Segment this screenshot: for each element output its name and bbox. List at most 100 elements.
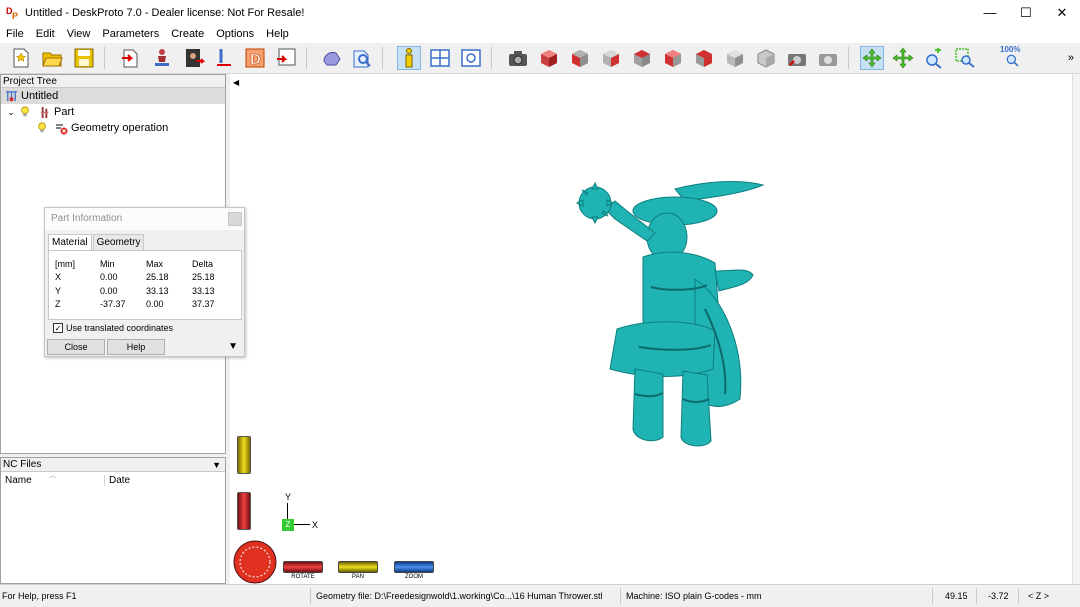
column-header-date[interactable]: Date — [105, 475, 130, 486]
collapse-panel-icon[interactable]: ◀ — [233, 78, 239, 87]
zoom-window-icon[interactable] — [953, 46, 977, 70]
project-icon — [4, 89, 18, 103]
chevron-down-icon[interactable]: ⌄ — [6, 107, 16, 118]
zoom-in-icon[interactable] — [922, 46, 946, 70]
tab-geometry[interactable]: Geometry — [92, 234, 145, 250]
import-geometry-icon[interactable] — [118, 46, 142, 70]
nc-files-header: NC Files ▼ — [1, 458, 225, 472]
expand-down-icon[interactable]: ▼ — [228, 341, 238, 352]
bitmap-icon[interactable] — [182, 46, 206, 70]
save-icon[interactable] — [72, 46, 96, 70]
dimensions-table: [mm] Min Max Delta X 0.00 25.18 25.18 Y 0.00… — [55, 257, 232, 311]
dialog-close-icon[interactable] — [228, 212, 242, 226]
column-header-name[interactable]: ︿ Name — [1, 472, 105, 486]
pan-vertical-dial[interactable] — [237, 436, 251, 474]
toolpath-icon[interactable] — [212, 46, 236, 70]
dropdown-arrow-icon[interactable]: ▼ — [212, 458, 221, 472]
tree-item-part-label: Part — [54, 106, 75, 118]
open-folder-icon[interactable] — [40, 46, 64, 70]
view-iso-icon[interactable] — [537, 46, 561, 70]
split-view-icon[interactable] — [428, 46, 452, 70]
menu-parameters[interactable]: Parameters — [96, 28, 165, 40]
print-icon[interactable] — [816, 46, 840, 70]
view-top-icon[interactable] — [692, 46, 716, 70]
axis-x-label: X — [312, 520, 319, 530]
close-dialog-button[interactable]: Close — [47, 339, 105, 355]
rotate-view-icon[interactable] — [860, 46, 884, 70]
menu-bar: File Edit View Parameters Create Options… — [0, 25, 1080, 43]
title-bar: DP Untitled - DeskProto 7.0 - Dealer lic… — [0, 0, 1080, 25]
view-right-icon[interactable] — [661, 46, 685, 70]
zoom-dial-label: ZOOM — [405, 574, 423, 580]
pan-view-icon[interactable] — [891, 46, 915, 70]
table-row: X 0.00 25.18 25.18 — [55, 272, 215, 283]
status-machine: Machine: ISO plain G-codes - mm — [626, 591, 762, 601]
new-file-icon[interactable] — [9, 46, 33, 70]
window-title: Untitled - DeskProto 7.0 - Dealer licens… — [25, 6, 305, 19]
write-nc-icon[interactable] — [274, 46, 298, 70]
use-translated-checkbox[interactable]: ✓ Use translated coordinates — [53, 323, 173, 333]
sort-indicator-icon: ︿ — [49, 471, 56, 479]
maximize-button[interactable]: ☐ — [1008, 0, 1044, 25]
view-bottom-icon[interactable] — [723, 46, 747, 70]
menu-options[interactable]: Options — [210, 28, 260, 40]
zoom-100-icon[interactable]: 100% — [1000, 45, 1028, 70]
part-icon — [37, 105, 51, 119]
help-button[interactable]: Help — [107, 339, 165, 355]
status-help: For Help, press F1 — [2, 591, 77, 601]
toolbar: D 100% » — [0, 43, 1080, 74]
view-back-icon[interactable] — [599, 46, 623, 70]
part-info-body: [mm] Min Max Delta X 0.00 25.18 25.18 Y 0.00… — [48, 250, 242, 320]
tree-item-operation-label: Geometry operation — [71, 122, 169, 134]
camera-icon[interactable] — [506, 46, 530, 70]
axis-z-label: Z — [282, 519, 294, 531]
axis-y-label: Y — [285, 492, 292, 502]
view-front-icon[interactable] — [568, 46, 592, 70]
preview-icon[interactable] — [350, 46, 374, 70]
view-wire-icon[interactable] — [754, 46, 778, 70]
table-header-row: [mm] Min Max Delta — [55, 258, 214, 269]
screenshot-icon[interactable] — [785, 46, 809, 70]
checkmark-icon[interactable]: ✓ — [53, 323, 63, 333]
menu-edit[interactable]: Edit — [30, 28, 61, 40]
pan-dial[interactable] — [338, 561, 378, 573]
menu-file[interactable]: File — [0, 28, 30, 40]
view-left-icon[interactable] — [630, 46, 654, 70]
menu-create[interactable]: Create — [165, 28, 210, 40]
toolbar-overflow-icon[interactable]: » — [1068, 52, 1074, 64]
table-row: Z -37.37 0.00 37.37 — [55, 299, 215, 310]
deskproto-d-icon[interactable]: D — [243, 46, 267, 70]
rotate-dial-label: ROTATE — [291, 574, 315, 580]
status-coord-x: 49.15 — [945, 591, 968, 601]
tree-item-root-label: Untitled — [21, 90, 59, 102]
minimize-button[interactable]: — — [972, 0, 1008, 25]
3d-viewport[interactable]: ◀ Y Z X ROTATE PAN ZOOM — [230, 74, 1080, 584]
fit-view-icon[interactable] — [459, 46, 483, 70]
close-button[interactable]: ✕ — [1044, 0, 1080, 25]
menu-help[interactable]: Help — [260, 28, 295, 40]
tree-item-operation[interactable]: Geometry operation — [1, 120, 225, 136]
rotate-dial-icon[interactable] — [233, 540, 277, 584]
lightbulb-icon[interactable] — [35, 121, 49, 135]
dialog-title: Part Information — [51, 213, 123, 224]
status-geometry-file: Geometry file: D:\Freedesignwold\1.worki… — [316, 591, 603, 601]
rotate-dial[interactable] — [283, 561, 323, 573]
info-icon[interactable] — [397, 46, 421, 70]
status-coord-y: -3.72 — [988, 591, 1009, 601]
dialog-titlebar[interactable]: Part Information — [45, 208, 244, 230]
menu-view[interactable]: View — [61, 28, 97, 40]
part-icon[interactable] — [150, 46, 174, 70]
table-row: Y 0.00 33.13 33.13 — [55, 285, 215, 296]
tree-item-part[interactable]: ⌄ Part — [1, 104, 225, 120]
tab-material[interactable]: Material — [48, 234, 92, 251]
zoom-dial[interactable] — [394, 561, 434, 573]
axis-indicator: Y Z X — [278, 490, 338, 540]
rotate-vertical-dial[interactable] — [237, 492, 251, 530]
lightbulb-icon[interactable] — [18, 105, 32, 119]
nc-files-panel: NC Files ▼ ︿ Name Date — [0, 457, 226, 584]
tree-item-root[interactable]: Untitled — [1, 88, 225, 104]
geometry-operation-icon — [54, 121, 68, 135]
simulation-icon[interactable] — [320, 46, 344, 70]
viewport-scrollbar[interactable] — [1072, 74, 1080, 584]
nc-files-title: NC Files — [3, 459, 42, 470]
